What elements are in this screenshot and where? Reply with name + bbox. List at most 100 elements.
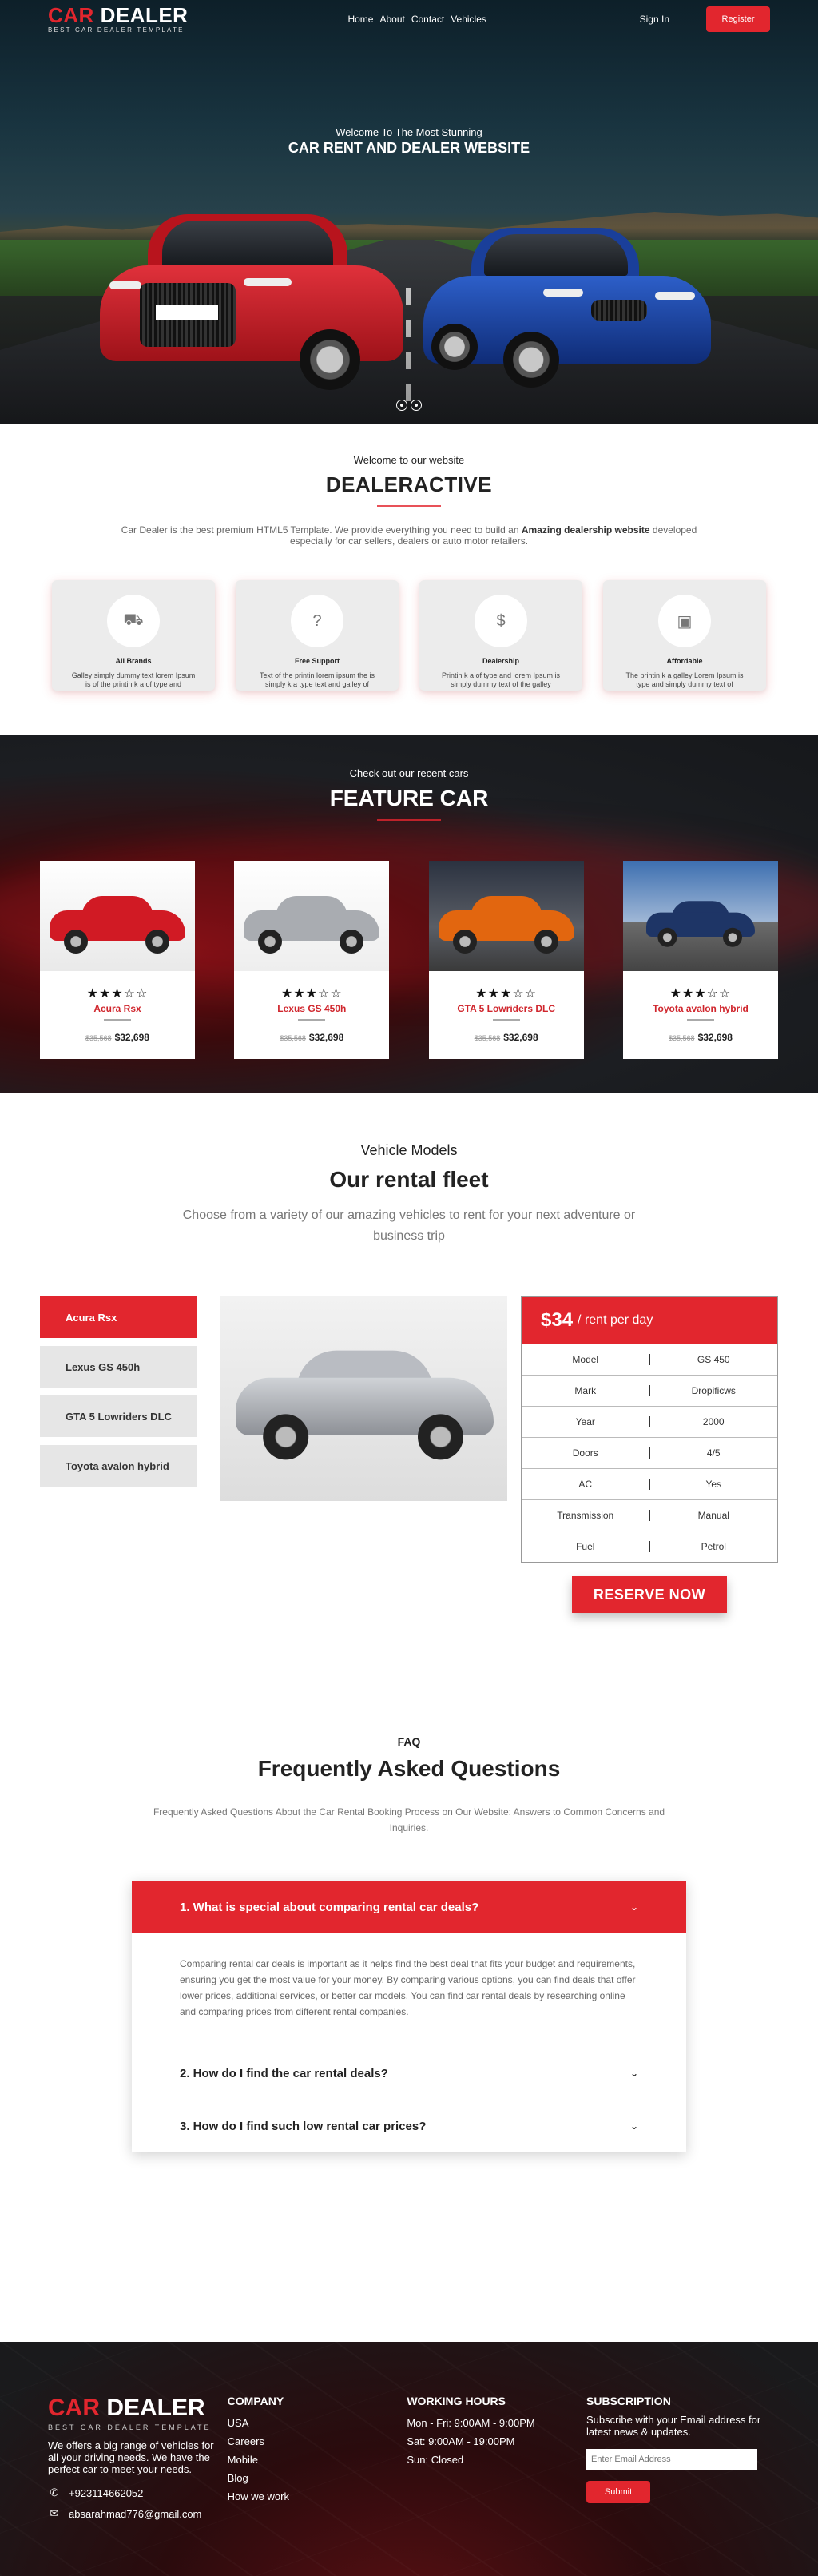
footer-link-careers[interactable]: Careers xyxy=(228,2432,407,2451)
footer-about: CAR DEALER BEST CAR DEALER TEMPLATE We o… xyxy=(48,2395,228,2520)
welcome-section: Welcome to our website DEALERACTIVE Car … xyxy=(0,424,818,735)
faq-section: FAQ Frequently Asked Questions Frequentl… xyxy=(0,1735,818,2342)
hours-weekday: Mon - Fri: 9:00AM - 9:00PM xyxy=(407,2417,535,2429)
faq-question-3[interactable]: 3. How do I find such low rental car pri… xyxy=(132,2100,686,2152)
nav-links: Home About Contact Vehicles xyxy=(347,14,486,25)
car-price: $35,568 $32,698 xyxy=(669,1032,733,1043)
chevron-down-icon: ⌄ xyxy=(629,2068,638,2079)
feature-box-affordable: ▣ Affordable The printin k a galley Lore… xyxy=(603,580,766,691)
subscribe-email-input[interactable] xyxy=(586,2449,758,2470)
faq-eyebrow: FAQ xyxy=(397,1735,421,1748)
nav-link-contact[interactable]: Contact xyxy=(411,14,444,25)
fleet-subtitle: Choose from a variety of our amazing veh… xyxy=(182,1208,636,1243)
spec-row: Year 2000 xyxy=(522,1406,777,1437)
model-tab-gta[interactable]: GTA 5 Lowriders DLC xyxy=(40,1395,197,1437)
slider-next-dot[interactable] xyxy=(411,400,422,411)
footer-email[interactable]: ✉ absarahmad776@gmail.com xyxy=(48,2507,228,2520)
car-name[interactable]: Acura Rsx xyxy=(40,1003,195,1014)
faq-accordion: 1. What is special about comparing renta… xyxy=(132,1881,686,2152)
feature-box-all-brands: ⛟ All Brands Galley simply dummy text lo… xyxy=(52,580,215,691)
car-name[interactable]: Toyota avalon hybrid xyxy=(623,1003,778,1014)
feature-text: Printin k a of type and lorem Ipsum is s… xyxy=(441,671,561,688)
model-tab-acura[interactable]: Acura Rsx xyxy=(40,1296,197,1338)
car-price: $35,568 $32,698 xyxy=(474,1032,538,1043)
phone-icon: ✆ xyxy=(50,2486,59,2498)
model-tab-lexus[interactable]: Lexus GS 450h xyxy=(40,1346,197,1388)
star-rating: ★★★☆☆ xyxy=(86,987,149,1001)
welcome-description: Car Dealer is the best premium HTML5 Tem… xyxy=(121,524,697,547)
car-name[interactable]: GTA 5 Lowriders DLC xyxy=(429,1003,584,1014)
hero-blue-car-image xyxy=(423,220,711,388)
hero-red-car-image xyxy=(100,209,403,390)
chevron-down-icon: ⌄ xyxy=(629,1901,638,1913)
car-price: $35,568 $32,698 xyxy=(85,1032,149,1043)
footer-link-mobile[interactable]: Mobile xyxy=(228,2451,407,2469)
model-tab-toyota[interactable]: Toyota avalon hybrid xyxy=(40,1445,197,1487)
footer-logo[interactable]: CAR DEALER BEST CAR DEALER TEMPLATE xyxy=(48,2395,228,2431)
site-logo[interactable]: CAR DEALER BEST CAR DEALER TEMPLATE xyxy=(48,5,188,34)
feature-text: Text of the printin lorem ipsum the is s… xyxy=(259,671,375,688)
car-card-acura[interactable]: ★★★☆☆ Acura Rsx $35,568 $32,698 xyxy=(40,861,195,1059)
feature-title: Affordable xyxy=(666,657,703,665)
feature-box-dealership: $ Dealership Printin k a of type and lor… xyxy=(419,580,582,691)
faq-question-2[interactable]: 2. How do I find the car rental deals? ⌄ xyxy=(132,2047,686,2100)
car-card-gta[interactable]: ★★★☆☆ GTA 5 Lowriders DLC $35,568 $32,698 xyxy=(428,861,584,1059)
slider-controls xyxy=(0,400,818,411)
car-card-image xyxy=(428,861,584,971)
car-card-toyota[interactable]: ★★★☆☆ Toyota avalon hybrid $35,568 $32,69… xyxy=(622,861,778,1059)
footer-company-title: COMPANY xyxy=(227,2395,284,2407)
spec-row: Mark Dropificws xyxy=(522,1375,777,1406)
feature-car-eyebrow: Check out our recent cars xyxy=(349,767,469,779)
hero-heading: Welcome To The Most Stunning CAR RENT AN… xyxy=(0,126,818,157)
star-rating: ★★★☆☆ xyxy=(280,987,343,1001)
slider-prev-dot[interactable] xyxy=(396,400,407,411)
feature-boxes: ⛟ All Brands Galley simply dummy text lo… xyxy=(0,580,818,691)
logo-tagline: BEST CAR DEALER TEMPLATE xyxy=(48,26,185,34)
footer-link-usa[interactable]: USA xyxy=(228,2414,407,2432)
subscribe-submit-button[interactable]: Submit xyxy=(586,2481,651,2503)
faq-question-1[interactable]: 1. What is special about comparing renta… xyxy=(132,1881,686,1933)
footer-link-how-we-work[interactable]: How we work xyxy=(228,2487,407,2506)
dollar-icon: $ xyxy=(475,595,527,647)
spec-row: Model GS 450 xyxy=(522,1344,777,1375)
feature-car-title: FEATURE CAR xyxy=(329,786,489,810)
footer-phone[interactable]: ✆ +923114662052 xyxy=(48,2486,228,2499)
car-card-image xyxy=(40,861,195,971)
car-card-lexus[interactable]: ★★★☆☆ Lexus GS 450h $35,568 $32,698 xyxy=(234,861,390,1059)
chevron-down-icon: ⌄ xyxy=(629,2120,638,2132)
car-price: $35,568 $32,698 xyxy=(280,1032,344,1043)
car-icon: ⛟ xyxy=(107,595,160,647)
hero-eyebrow: Welcome To The Most Stunning xyxy=(336,126,482,138)
rental-spec-table: $34 / rent per day Model GS 450 Mark Dropi… xyxy=(521,1296,778,1563)
feature-text: The printin k a galley Lorem Ipsum is ty… xyxy=(625,671,744,688)
footer-link-blog[interactable]: Blog xyxy=(228,2469,407,2487)
spec-row: Fuel Petrol xyxy=(522,1531,777,1562)
nav-link-vehicles[interactable]: Vehicles xyxy=(451,14,486,25)
feature-box-free-support: ? Free Support Text of the printin lorem… xyxy=(236,580,399,691)
car-card-image xyxy=(234,861,390,971)
nav-link-about[interactable]: About xyxy=(379,14,404,25)
reserve-now-button[interactable]: RESERVE NOW xyxy=(572,1576,727,1613)
star-rating: ★★★☆☆ xyxy=(475,987,538,1001)
star-rating: ★★★☆☆ xyxy=(669,987,732,1001)
footer-hours: WORKING HOURS Mon - Fri: 9:00AM - 9:00PM… xyxy=(407,2395,586,2520)
hero-section: CAR DEALER BEST CAR DEALER TEMPLATE Home… xyxy=(0,0,818,424)
site-footer: CAR DEALER BEST CAR DEALER TEMPLATE We o… xyxy=(0,2342,818,2576)
car-name[interactable]: Lexus GS 450h xyxy=(234,1003,389,1014)
logo-white-text: DEALER xyxy=(93,3,189,27)
feature-title: Free Support xyxy=(294,657,340,665)
feature-car-section: Check out our recent cars FEATURE CAR ★★… xyxy=(0,735,818,1093)
rent-price: $34 xyxy=(541,1309,574,1331)
car-card-image xyxy=(622,861,778,971)
title-divider xyxy=(377,819,441,821)
subscription-text: Subscribe with your Email address for la… xyxy=(586,2414,761,2438)
spec-row: AC Yes xyxy=(522,1468,777,1499)
register-button[interactable]: Register xyxy=(706,6,770,32)
signin-link[interactable]: Sign In xyxy=(640,14,669,25)
nav-link-home[interactable]: Home xyxy=(347,14,373,25)
logo-red-text: CAR xyxy=(48,3,94,27)
spec-row: Doors 4/5 xyxy=(522,1437,777,1468)
spec-row: Transmission Manual xyxy=(522,1499,777,1531)
wallet-icon: ▣ xyxy=(658,595,711,647)
fleet-eyebrow: Vehicle Models xyxy=(360,1142,458,1158)
